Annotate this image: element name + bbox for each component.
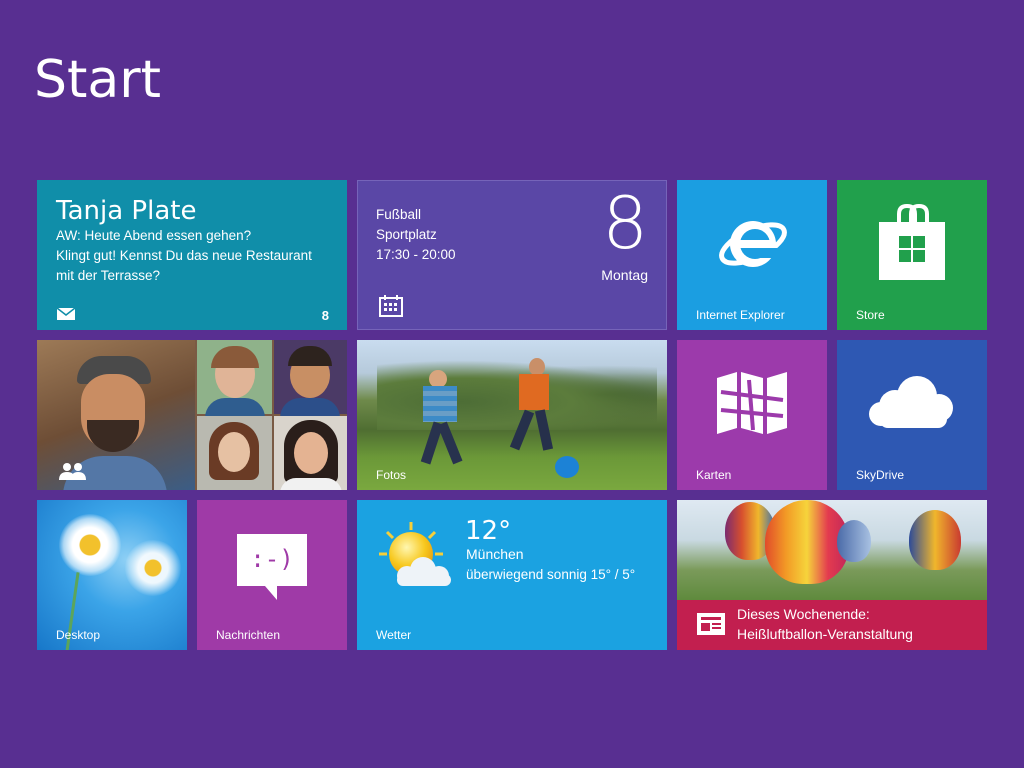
desktop-tile[interactable]: Desktop	[37, 500, 187, 650]
people-icon	[59, 463, 86, 480]
mail-sender: Tanja Plate	[56, 196, 197, 226]
envelope-icon	[57, 308, 75, 320]
calendar-day-name: Montag	[601, 267, 648, 283]
calendar-event-location: Sportplatz	[376, 227, 437, 242]
calendar-event-title: Fußball	[376, 207, 422, 222]
people-photo-1	[197, 340, 272, 418]
people-photo-3	[197, 416, 272, 490]
skydrive-label: SkyDrive	[856, 468, 905, 482]
people-photo-4	[274, 416, 347, 490]
internet-explorer-tile[interactable]: Internet Explorer	[677, 180, 827, 330]
news-image	[677, 500, 987, 600]
mail-unread-count: 8	[321, 308, 329, 323]
calendar-tile[interactable]: Fußball Sportplatz 17:30 - 20:00 8 Monta…	[357, 180, 667, 330]
internet-explorer-icon	[719, 221, 787, 267]
store-bag-icon	[879, 203, 945, 280]
desktop-label: Desktop	[56, 628, 101, 642]
news-tile[interactable]: Dieses Wochenende: Heißluftballon-Verans…	[677, 500, 987, 650]
cloud-icon	[869, 376, 953, 428]
weather-temperature: 12°	[465, 516, 512, 546]
newspaper-icon	[697, 613, 725, 635]
photos-label: Fotos	[376, 468, 407, 482]
maps-tile[interactable]: Karten	[677, 340, 827, 490]
mail-tile[interactable]: Tanja Plate AW: Heute Abend essen gehen?…	[37, 180, 347, 330]
internet-explorer-label: Internet Explorer	[696, 308, 785, 322]
speech-bubble-icon: :-)	[237, 534, 307, 600]
mail-preview-line-2: mit der Terrasse?	[56, 268, 161, 283]
store-label: Store	[856, 308, 885, 322]
map-icon	[717, 372, 787, 434]
news-headline-bar: Dieses Wochenende: Heißluftballon-Verans…	[677, 600, 987, 650]
news-headline-line-1: Dieses Wochenende:	[737, 606, 870, 622]
news-headline-line-2: Heißluftballon-Veranstaltung	[737, 626, 913, 642]
skydrive-tile[interactable]: SkyDrive	[837, 340, 987, 490]
maps-label: Karten	[696, 468, 732, 482]
sun-cloud-icon	[379, 522, 451, 586]
calendar-day-number: 8	[602, 181, 648, 265]
mail-preview-line-1: Klingt gut! Kennst Du das neue Restauran…	[56, 248, 312, 263]
people-photo-2	[274, 340, 347, 418]
weather-condition: überwiegend sonnig 15° / 5°	[466, 567, 636, 582]
calendar-event-time: 17:30 - 20:00	[376, 247, 456, 262]
messages-tile[interactable]: :-) Nachrichten	[197, 500, 347, 650]
people-tile[interactable]	[37, 340, 347, 490]
store-tile[interactable]: Store	[837, 180, 987, 330]
start-title: Start	[34, 50, 162, 110]
messages-label: Nachrichten	[216, 628, 281, 642]
speech-bubble-text: :-)	[250, 545, 294, 573]
weather-tile[interactable]: 12° München überwiegend sonnig 15° / 5° …	[357, 500, 667, 650]
mail-subject: AW: Heute Abend essen gehen?	[56, 228, 252, 243]
weather-label: Wetter	[376, 628, 412, 642]
calendar-icon	[379, 295, 403, 317]
weather-city: München	[466, 546, 524, 562]
photos-tile[interactable]: Fotos	[357, 340, 667, 490]
